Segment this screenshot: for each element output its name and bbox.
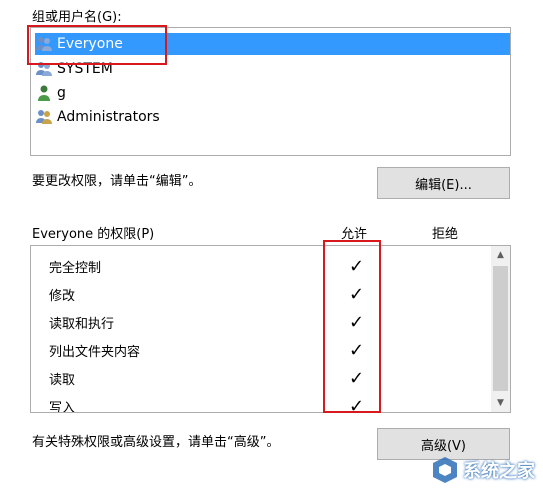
permission-name: 写入 [49,400,76,413]
permission-name: 读取和执行 [49,316,115,332]
permission-row: 写入 ✓ [31,392,491,413]
list-item-administrators[interactable]: Administrators [35,106,510,128]
advanced-hint: 有关特殊权限或高级设置，请单击“高级”。 [32,435,280,450]
highlight-box-everyone [27,25,167,65]
group-users-icon [35,108,53,126]
permission-row: 修改 ✓ [31,280,491,308]
permission-name: 修改 [49,288,76,304]
user-name: g [57,85,66,101]
permission-row: 列出文件夹内容 ✓ [31,336,491,364]
watermark-text: 系统之家 [463,461,535,482]
highlight-box-allow [323,240,381,413]
permissions-list[interactable]: 完全控制 ✓ 修改 ✓ 读取和执行 ✓ 列出文件夹内容 ✓ 读取 ✓ 写入 ✓ … [30,245,511,413]
scroll-down-icon[interactable]: ▼ [491,394,510,412]
list-item-user[interactable]: g [35,82,510,104]
watermark: 系统之家 [430,455,535,485]
user-icon [35,84,53,102]
permission-name: 完全控制 [49,260,102,276]
permission-name: 列出文件夹内容 [49,344,141,360]
scroll-up-icon[interactable]: ▲ [491,246,510,264]
scroll-thumb[interactable] [493,266,508,391]
permission-row: 读取和执行 ✓ [31,308,491,336]
deny-header: 拒绝 [432,227,459,242]
edit-hint: 要更改权限，请单击“编辑”。 [32,174,202,189]
permission-row: 完全控制 ✓ [31,252,491,280]
permission-name: 读取 [49,372,76,388]
watermark-logo-icon [430,455,460,485]
edit-button[interactable]: 编辑(E)... [377,167,510,199]
permission-row: 读取 ✓ [31,364,491,392]
user-name: Administrators [57,109,160,125]
group-users-label: 组或用户名(G): [32,10,122,25]
permissions-label: Everyone 的权限(P) [32,227,155,242]
permissions-scrollbar[interactable]: ▲ ▼ [491,246,510,412]
